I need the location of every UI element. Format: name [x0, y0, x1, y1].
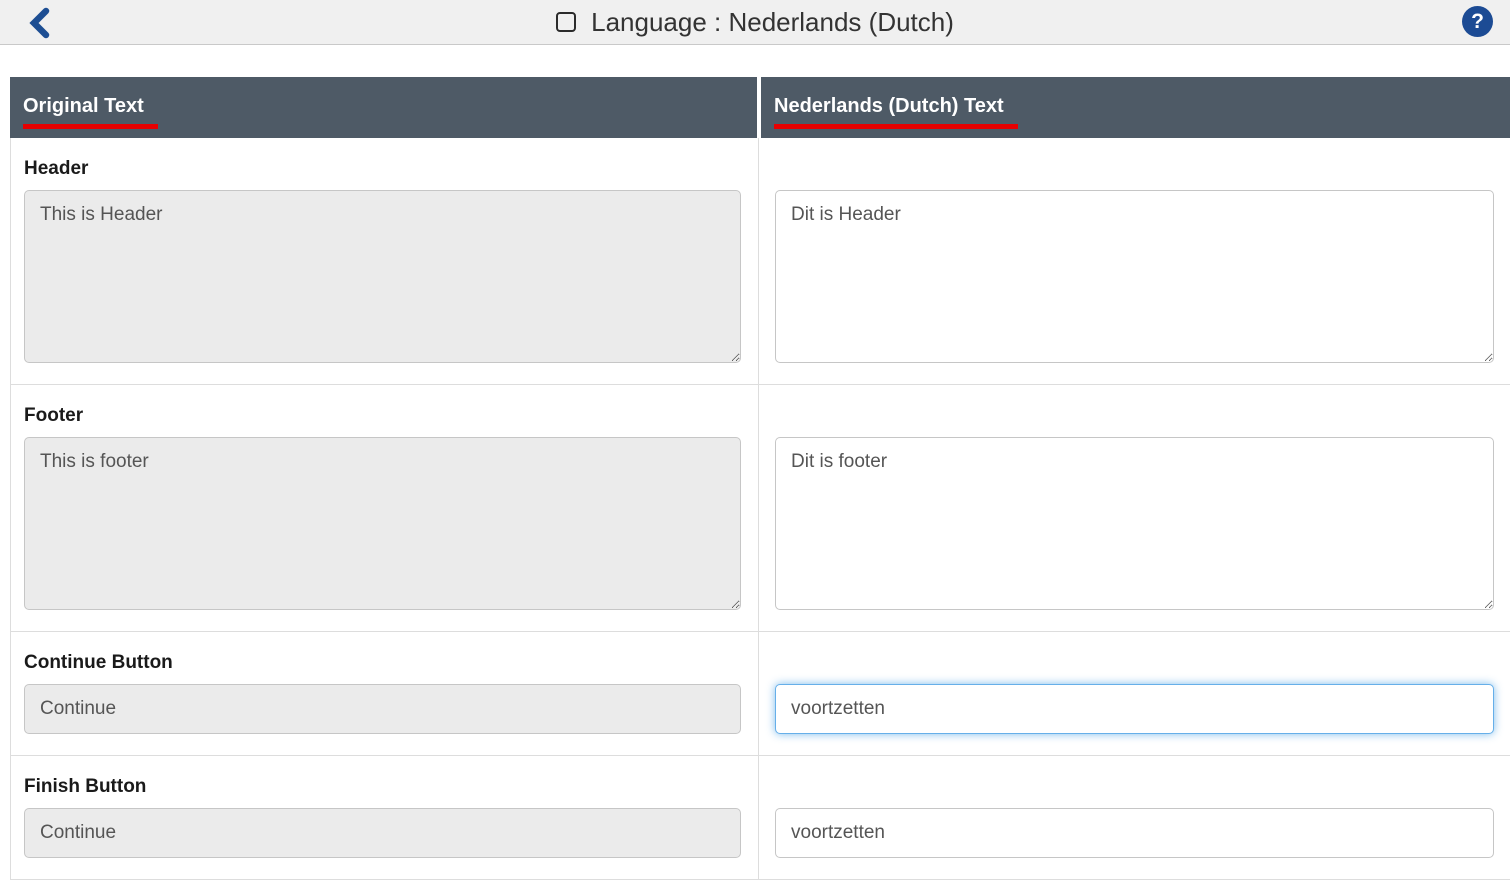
original-text-field[interactable]: [24, 437, 741, 610]
original-cell: Finish Button: [10, 756, 757, 879]
page-title: Language : Nederlands (Dutch): [591, 7, 954, 38]
row-label: Continue Button: [24, 650, 741, 676]
original-cell: Footer: [10, 385, 757, 631]
row-label-spacer: [775, 156, 1494, 182]
back-button[interactable]: [26, 6, 52, 39]
row-label: Finish Button: [24, 774, 741, 800]
translation-cell: [761, 385, 1510, 631]
translation-cell: [761, 756, 1510, 879]
chevron-left-icon: [28, 7, 50, 39]
table-header-row: Original Text Nederlands (Dutch) Text: [10, 77, 1510, 138]
column-gap: [757, 138, 761, 384]
row-label-spacer: [775, 774, 1494, 800]
table-body: Header Footer Continue Button Finish But…: [10, 138, 1510, 880]
translation-cell: [761, 632, 1510, 755]
translation-row: Footer: [10, 385, 1510, 632]
translation-text-field[interactable]: [775, 190, 1494, 363]
row-label: Footer: [24, 403, 741, 429]
column-gap: [757, 756, 761, 879]
top-bar: Language : Nederlands (Dutch) ?: [0, 0, 1510, 45]
translation-cell: [761, 138, 1510, 384]
translation-row: Continue Button: [10, 632, 1510, 756]
translation-text-field[interactable]: [775, 684, 1494, 734]
translation-row: Finish Button: [10, 756, 1510, 880]
translation-text-field[interactable]: [775, 808, 1494, 858]
original-text-field[interactable]: [24, 808, 741, 858]
row-label-spacer: [775, 650, 1494, 676]
row-label: Header: [24, 156, 741, 182]
column-gap: [757, 385, 761, 631]
column-header-original-label: Original Text: [23, 95, 158, 129]
column-header-translation: Nederlands (Dutch) Text: [761, 77, 1510, 138]
translation-table: Original Text Nederlands (Dutch) Text He…: [10, 77, 1510, 880]
original-text-field[interactable]: [24, 190, 741, 363]
column-header-original: Original Text: [10, 77, 757, 138]
translation-row: Header: [10, 138, 1510, 385]
translation-text-field[interactable]: [775, 437, 1494, 610]
original-text-field[interactable]: [24, 684, 741, 734]
column-header-translation-label: Nederlands (Dutch) Text: [774, 95, 1018, 129]
title-area: Language : Nederlands (Dutch): [556, 7, 954, 38]
help-button[interactable]: ?: [1462, 6, 1493, 37]
row-label-spacer: [775, 403, 1494, 429]
original-cell: Header: [10, 138, 757, 384]
original-cell: Continue Button: [10, 632, 757, 755]
language-checkbox[interactable]: [556, 12, 576, 32]
column-gap: [757, 632, 761, 755]
question-mark-icon: ?: [1471, 11, 1484, 32]
